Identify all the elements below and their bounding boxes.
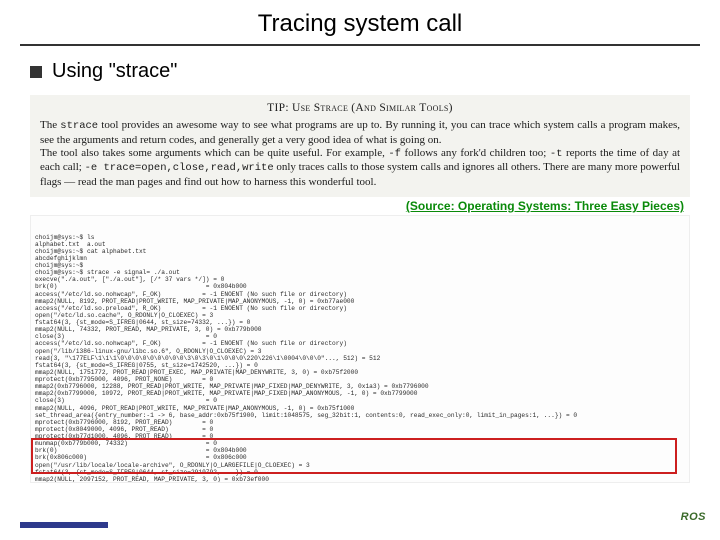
tip-code-strace: strace [60, 120, 98, 132]
tip-callout: TIP: Use Strace (And Similar Tools) The … [30, 95, 690, 197]
footer-accent-bar [20, 522, 108, 528]
strace-terminal-output: choijm@sys:~$ ls alphabet.txt a.out choi… [30, 215, 690, 483]
bullet-text: Using "strace" [52, 60, 177, 83]
logo-corner: ROS [636, 504, 706, 530]
bullet-item: Using "strace" [0, 46, 720, 91]
tip-body: The strace tool provides an awesome way … [40, 119, 680, 189]
logo-text: ROS [681, 511, 706, 523]
slide-title: Tracing system call [20, 0, 700, 46]
bullet-marker-icon [30, 66, 42, 78]
tip-p2-a: The tool also takes some arguments which… [40, 147, 388, 159]
tip-code-trace: -e trace=open,close,read,write [85, 162, 274, 174]
tip-heading: TIP: Use Strace (And Similar Tools) [40, 101, 680, 115]
source-citation: (Source: Operating Systems: Three Easy P… [0, 199, 684, 213]
terminal-lines: choijm@sys:~$ ls alphabet.txt a.out choi… [35, 234, 685, 484]
tip-code-t: -t [550, 148, 563, 160]
tip-p1-b: tool provides an awesome way to see what… [40, 119, 680, 145]
tip-p1-a: The [40, 119, 60, 131]
tip-p2-b: follows any fork'd children too; [401, 147, 550, 159]
tip-code-f: -f [388, 148, 401, 160]
